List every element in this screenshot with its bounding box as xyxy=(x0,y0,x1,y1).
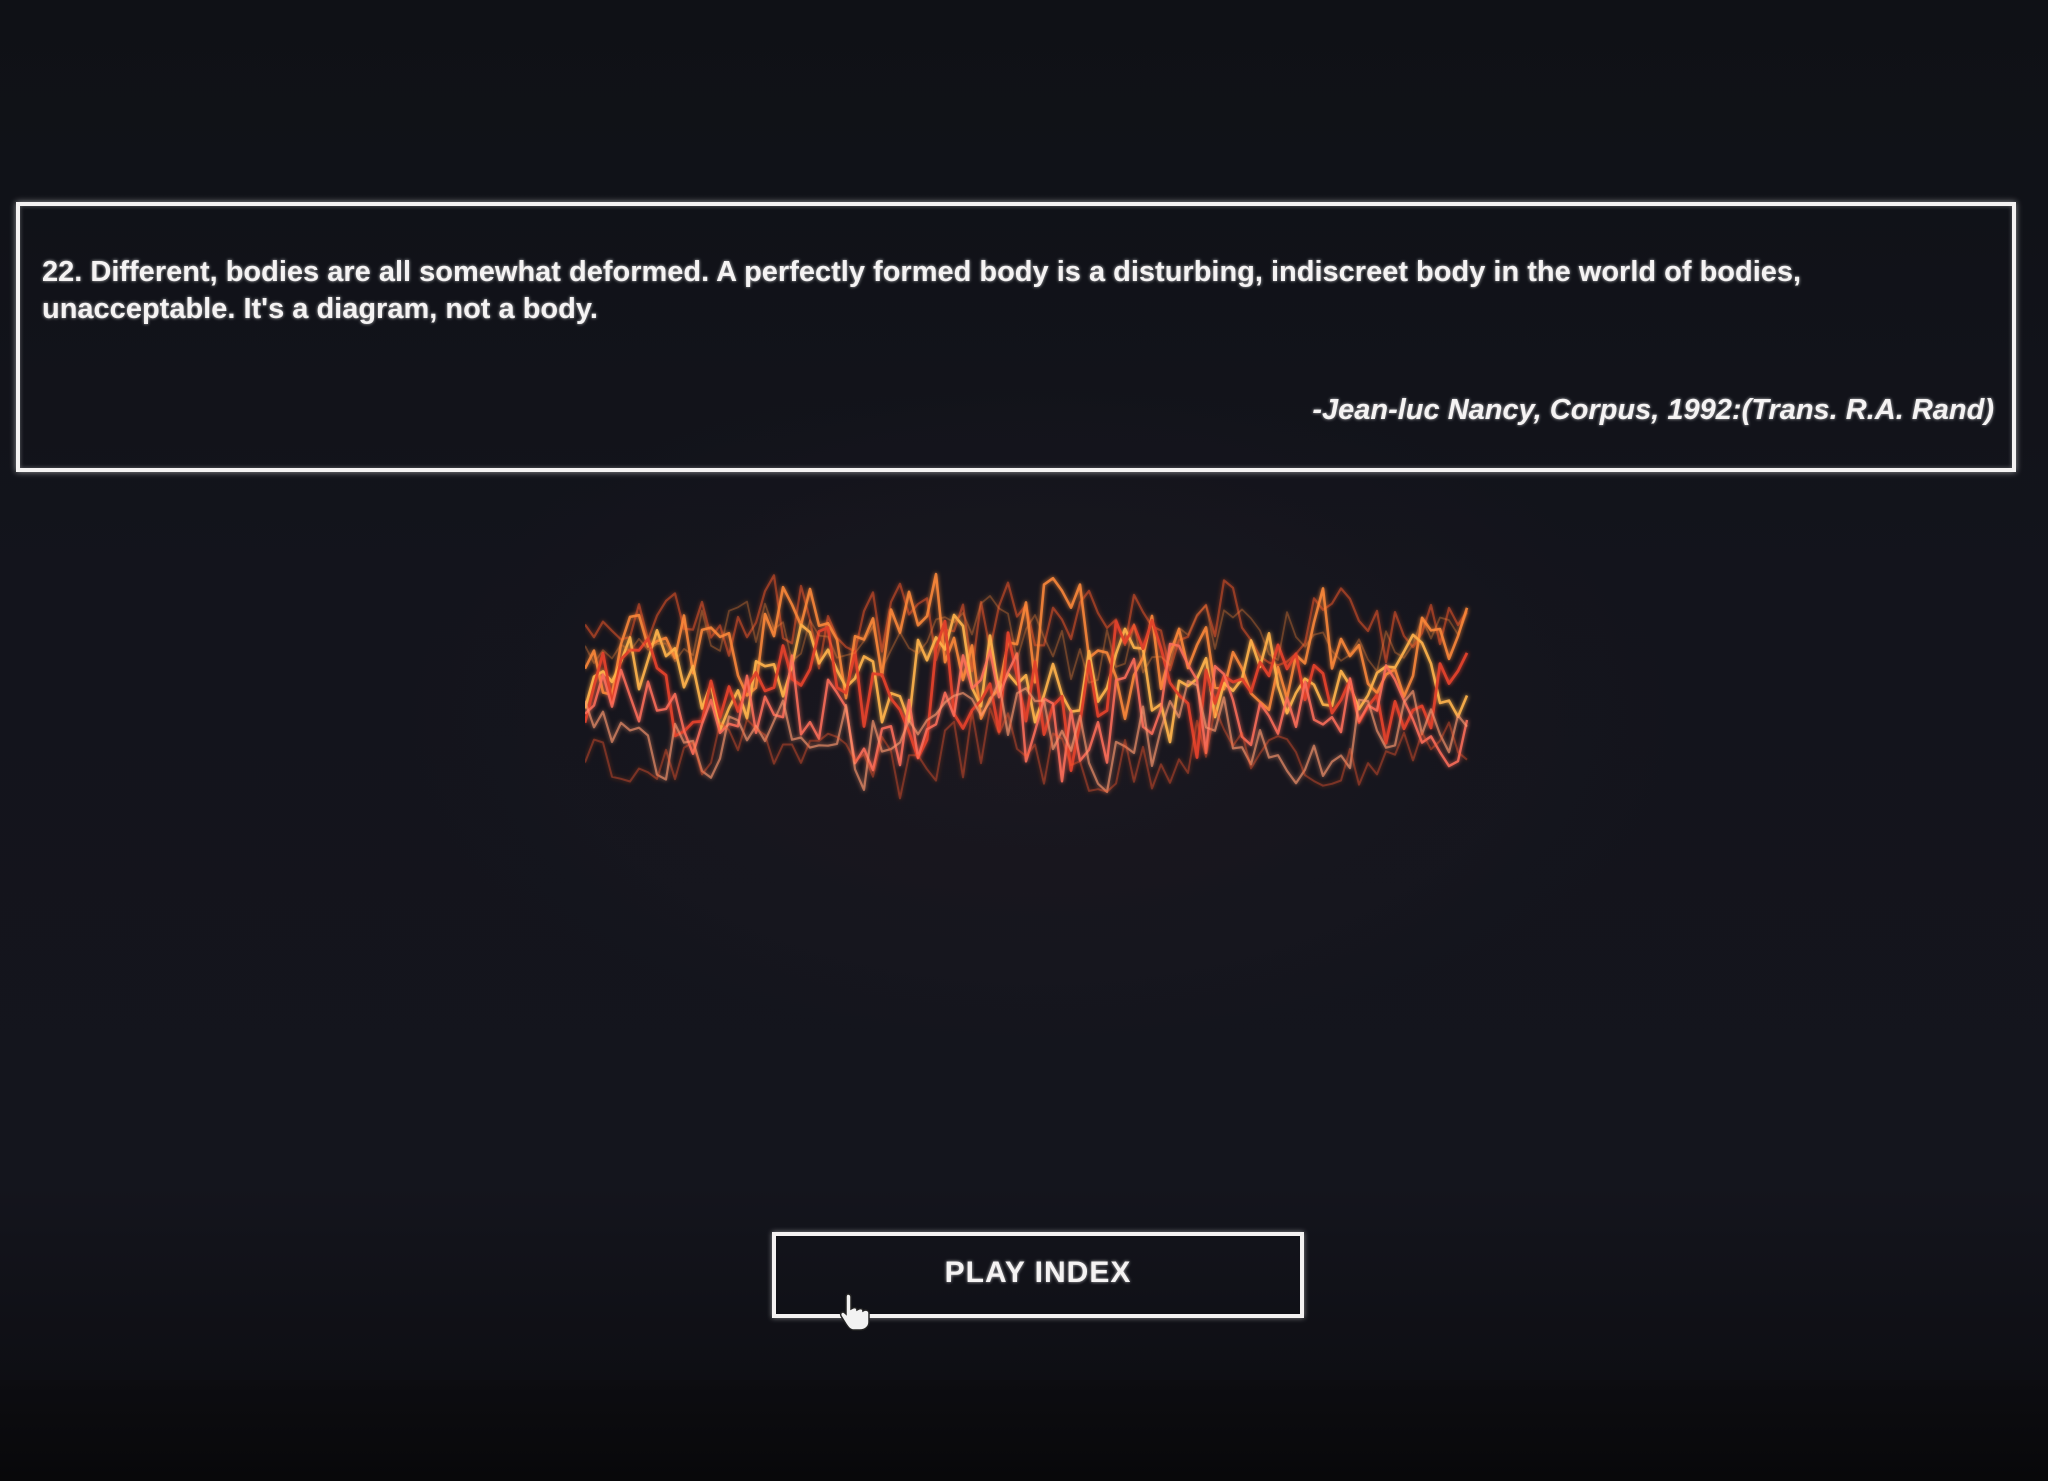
app-screen: 22. Different, bodies are all somewhat d… xyxy=(0,0,2048,1481)
waveform-visualization xyxy=(585,572,1469,800)
quote-text: 22. Different, bodies are all somewhat d… xyxy=(42,256,1802,325)
quote-panel: 22. Different, bodies are all somewhat d… xyxy=(16,202,2016,472)
hand-pointer-icon xyxy=(839,1293,870,1331)
quote-attribution: -Jean-luc Nancy, Corpus, 1992:(Trans. R.… xyxy=(1312,394,1994,426)
screen-bezel xyxy=(0,1380,2048,1481)
